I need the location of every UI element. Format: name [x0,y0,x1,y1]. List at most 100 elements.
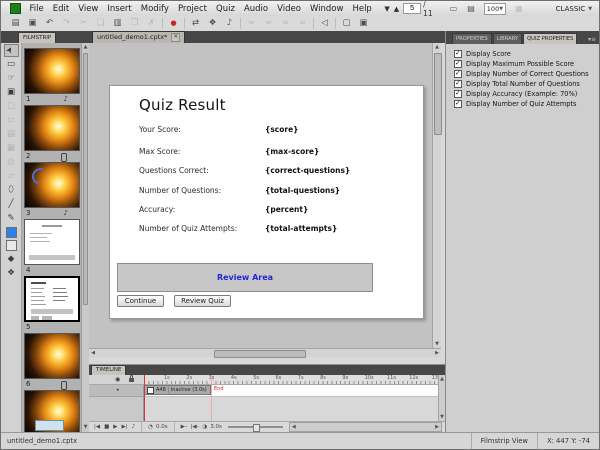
checkbox-checked-icon[interactable] [454,70,462,78]
scroll-left-icon[interactable]: ◀ [89,349,97,357]
playhead[interactable] [144,375,145,421]
panel-menu-icon[interactable]: ▾≡ [588,36,596,43]
track-name-row[interactable]: • [89,385,143,397]
canvas[interactable]: Quiz Result Your Score:{score}Max Score:… [89,43,432,348]
checkbox-checked-icon[interactable] [454,60,462,68]
menu-modify[interactable]: Modify [136,2,173,16]
scroll-up-icon[interactable]: ▲ [82,43,89,51]
document-tab[interactable]: untitled_demo1.cptx* ✕ [92,31,185,43]
workspace-switcher[interactable]: CLASSIC ▼ [556,5,592,13]
skip-icon[interactable]: ❖ [204,17,221,30]
menu-video[interactable]: Video [273,2,306,16]
menu-insert[interactable]: Insert [103,2,136,16]
review-quiz-button[interactable]: Review Quiz [174,295,231,307]
previous-slide-icon[interactable]: ▼ [382,5,391,13]
lock-icon[interactable] [129,378,134,382]
record-icon[interactable]: ● [165,17,182,30]
scroll-down-icon[interactable]: ▼ [82,423,89,431]
quiz-row-value[interactable]: {max-score} [265,147,319,156]
stamp-tool-icon[interactable]: ❖ [4,267,19,280]
text-caption-tool-icon[interactable]: ▭ [4,58,19,71]
timeline-ruler[interactable]: 1s2s3s4s5s6s7s8s9s10s11s12s13s [144,375,438,385]
open-icon[interactable]: ▤ [7,17,24,30]
highlight-box-tool-icon[interactable]: ▣ [4,86,19,99]
slide-title-text[interactable]: Quiz Result [139,96,226,114]
slide-thumbnail[interactable] [24,48,80,94]
menu-file[interactable]: File [25,2,48,16]
play-icon[interactable]: ▶ [113,424,117,430]
scroll-right-icon[interactable]: ▶ [433,349,441,357]
save-icon[interactable]: ▣ [24,17,41,30]
tab-library[interactable]: LIBRARY [493,33,522,44]
filmstrip-slide-2[interactable]: 2 [22,105,80,162]
slide-stage[interactable]: Quiz Result Your Score:{score}Max Score:… [109,85,424,319]
scrollbar-thumb[interactable] [434,53,442,135]
fill-color-swatch[interactable] [6,240,17,251]
close-icon[interactable]: ✕ [171,33,180,42]
quiz-row-label[interactable]: Questions Correct: [139,166,209,175]
timeline-horizontal-scrollbar[interactable]: ◀ ▶ [289,422,442,432]
menu-window[interactable]: Window [305,2,348,16]
slide-thumbnail[interactable] [24,105,80,151]
publish-icon[interactable]: ▤ [462,4,480,13]
tab-timeline[interactable]: TIMELINE [91,365,126,375]
mouse-tool-icon[interactable]: ⬯ [4,184,19,197]
play-tail-icon[interactable]: ▶– [181,424,188,430]
scroll-down-icon[interactable]: ▼ [433,340,441,348]
filmstrip-scrollbar[interactable]: ▲ ▼ [81,43,89,432]
filmstrip-slide-5[interactable]: 5 [22,276,80,333]
stroke-color-swatch[interactable] [6,227,17,238]
checkbox-checked-icon[interactable] [454,90,462,98]
speaker-icon[interactable]: ◁ [316,17,333,30]
panel-toggle-icon-2[interactable]: ▣ [355,17,372,30]
tab-quiz-properties[interactable]: QUIZ PROPERTIES [523,33,577,44]
eye-icon[interactable]: ◉ [115,376,120,383]
review-area[interactable]: Review Area [117,263,373,292]
swap-background-icon[interactable]: ⇄ [187,17,204,30]
quiz-row-label[interactable]: Number of Questions: [139,186,221,195]
quiz-row-label[interactable]: Max Score: [139,147,180,156]
tab-filmstrip[interactable]: FILMSTRIP [18,32,56,43]
scroll-right-icon[interactable]: ▶ [433,423,441,431]
menu-quiz[interactable]: Quiz [212,2,240,16]
quiz-option-row[interactable]: Display Total Number of Questions [454,79,580,88]
track-checkbox[interactable] [147,387,154,394]
line-tool-icon[interactable]: ╱ [4,198,19,211]
tab-properties[interactable]: PROPERTIES [452,33,492,44]
selection-tool-icon[interactable]: ➤ [4,44,19,57]
quiz-row-label[interactable]: Accuracy: [139,205,175,214]
stop-icon[interactable]: ■ [104,424,109,430]
menu-project[interactable]: Project [173,2,211,16]
slide-thumbnail[interactable] [24,390,80,432]
filmstrip-slide-7[interactable]: 7 [22,390,80,432]
quiz-option-row[interactable]: Display Number of Correct Questions [454,69,589,78]
timeline-track-row[interactable]: A48 Inactive (3.0s) [144,385,438,397]
goto-start-icon[interactable]: |◀ [94,424,100,430]
scrollbar-thumb[interactable] [83,53,88,305]
slide-thumbnail[interactable] [24,276,80,322]
quiz-row-value[interactable]: {total-questions} [265,186,340,195]
undo-icon[interactable]: ↶ [41,17,58,30]
pencil-tool-icon[interactable]: ✎ [4,212,19,225]
mute-icon[interactable]: ♪ [132,424,136,430]
quiz-row-value[interactable]: {total-attempts} [265,224,337,233]
timeline-vertical-scrollbar[interactable]: ▲ ▼ [438,375,445,421]
checkbox-checked-icon[interactable] [454,80,462,88]
paste-icon[interactable]: ▥ [109,17,126,30]
timeline-object-bar[interactable]: A48 Inactive (3.0s) [144,385,211,395]
filmstrip-slide-1[interactable]: 1♪ [22,48,80,105]
quiz-row-value[interactable]: {percent} [265,205,308,214]
rollover-caption-tool-icon[interactable]: ☞ [4,72,19,85]
continue-button[interactable]: Continue [117,295,164,307]
filmstrip-slide-4[interactable]: 4 [22,219,80,276]
quiz-row-label[interactable]: Your Score: [139,125,181,134]
checkbox-checked-icon[interactable] [454,100,462,108]
slide-thumbnail[interactable] [24,333,80,379]
slider-thumb[interactable] [253,424,260,432]
quiz-row-value[interactable]: {correct-questions} [265,166,350,175]
filmstrip-slide-6[interactable]: 6 [22,333,80,390]
slide-thumbnail[interactable] [24,162,80,208]
menu-audio[interactable]: Audio [239,2,272,16]
quiz-option-row[interactable]: Display Maximum Possible Score [454,59,574,68]
checkbox-checked-icon[interactable] [454,50,462,58]
